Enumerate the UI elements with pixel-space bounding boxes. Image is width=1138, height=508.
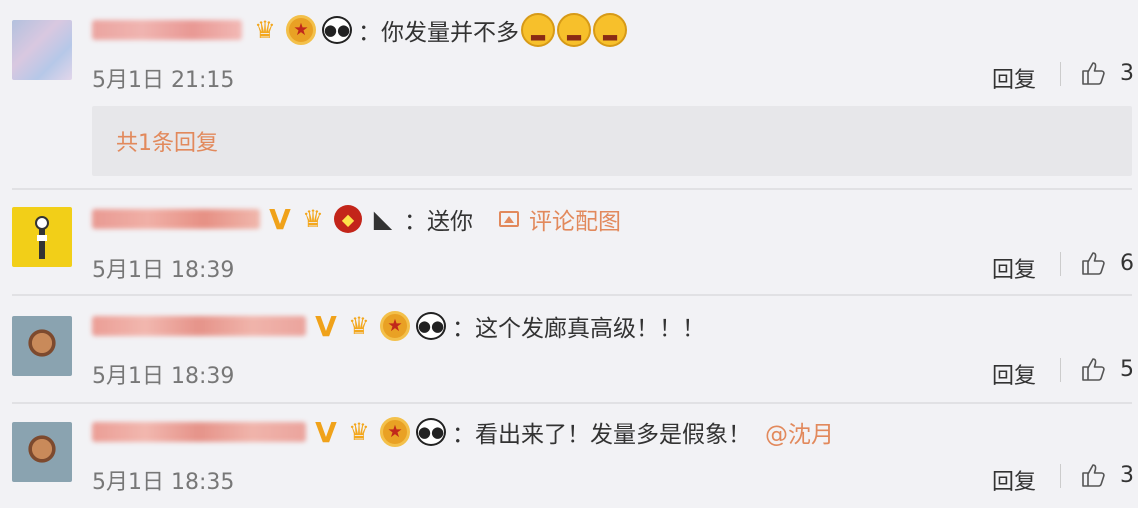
avatar-figure-icon [35, 216, 49, 259]
avatar[interactable] [12, 316, 72, 376]
reply-button[interactable]: 回复 [992, 358, 1036, 390]
action-separator [1060, 62, 1061, 86]
panda-icon: ●● [416, 312, 446, 340]
grin-emoji-icon: ▂ [593, 13, 627, 47]
hero-mask-icon: ◆ [334, 205, 362, 233]
verified-v-icon[interactable]: V [268, 203, 292, 236]
divider [12, 402, 1132, 404]
username-blurred[interactable] [92, 422, 306, 442]
avatar[interactable] [12, 207, 72, 267]
colon: ： [404, 209, 427, 235]
comment-picture-link[interactable]: 评论配图 [499, 202, 621, 236]
username-blurred[interactable] [92, 20, 242, 40]
username-blurred[interactable] [92, 209, 260, 229]
thumb-up-icon [1082, 464, 1105, 487]
like-button[interactable]: 3 [1080, 462, 1134, 488]
action-separator [1060, 358, 1061, 382]
like-button[interactable]: 3 [1080, 60, 1134, 86]
comment-time: 5月1日 18:39 [92, 364, 235, 389]
comment-picture-label: 评论配图 [529, 209, 621, 235]
comment-time: 5月1日 18:39 [92, 258, 235, 283]
reply-button[interactable]: 回复 [992, 464, 1036, 496]
comment-text: 这个发廊真高级！！！ [475, 316, 705, 342]
panda-icon: ●● [416, 418, 446, 446]
thumb-up-icon [1082, 62, 1105, 85]
reply-button[interactable]: 回复 [992, 62, 1036, 94]
crown-level-icon[interactable]: ♛ [344, 417, 374, 447]
panda-icon: ●● [322, 16, 352, 44]
user-mention-link[interactable]: @沈月 [765, 415, 834, 449]
like-button[interactable]: 5 [1080, 356, 1134, 382]
grin-emoji-icon: ▂ [521, 13, 555, 47]
medal-icon[interactable]: ★ [380, 417, 410, 447]
comment-time: 5月1日 18:35 [92, 470, 235, 495]
action-separator [1060, 252, 1061, 276]
avatar[interactable] [12, 422, 72, 482]
colon: ： [358, 20, 381, 46]
colon: ： [452, 422, 475, 448]
divider [12, 294, 1132, 296]
comment-text: 送你 [427, 209, 473, 235]
medal-icon[interactable]: ★ [286, 15, 316, 45]
comment-time: 5月1日 21:15 [92, 68, 235, 93]
view-replies-button[interactable]: 共1条回复 [92, 106, 1132, 176]
like-count: 5 [1120, 356, 1134, 382]
comment-line: V ♛ ★ ●● ： 看出来了！发量多是假象！ @沈月 [92, 412, 834, 452]
image-icon [499, 211, 519, 227]
reply-button[interactable]: 回复 [992, 252, 1036, 284]
watermelon-icon: ◣ [373, 205, 393, 233]
action-separator [1060, 464, 1061, 488]
crown-level-icon[interactable]: ♛ [298, 204, 328, 234]
divider [12, 188, 1132, 190]
grin-emoji-icon: ▂ [557, 13, 591, 47]
colon: ： [452, 316, 475, 342]
crown-level-icon[interactable]: ♛ [344, 311, 374, 341]
verified-v-icon[interactable]: V [314, 310, 338, 343]
thumb-up-icon [1082, 358, 1105, 381]
username-blurred[interactable] [92, 316, 306, 336]
like-count: 3 [1120, 60, 1134, 86]
comment-line: ♛ ★ ●● ： 你发量并不多 ▂ ▂ ▂ [92, 10, 627, 50]
verified-v-icon[interactable]: V [314, 416, 338, 449]
comment-text: 你发量并不多 [381, 20, 519, 46]
comment-line: V ♛ ★ ●● ： 这个发廊真高级！！！ [92, 306, 705, 346]
like-count: 6 [1120, 250, 1134, 276]
crown-level-icon[interactable]: ♛ [250, 15, 280, 45]
avatar[interactable] [12, 20, 72, 80]
comment-line: V ♛ ◆ ◣ ： 送你 评论配图 [92, 199, 621, 239]
comment-text: 看出来了！发量多是假象！ [475, 422, 751, 448]
like-button[interactable]: 6 [1080, 250, 1134, 276]
like-count: 3 [1120, 462, 1134, 488]
thumb-up-icon [1082, 252, 1105, 275]
medal-icon[interactable]: ★ [380, 311, 410, 341]
